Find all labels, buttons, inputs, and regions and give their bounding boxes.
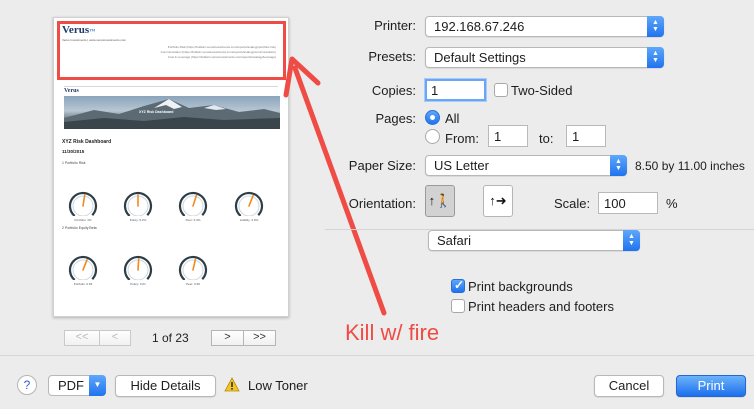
portrait-icon: ↑🚶 xyxy=(428,193,452,208)
popup-arrows-icon: ▲ ▼ xyxy=(647,47,664,68)
preview-divider xyxy=(64,86,278,87)
pages-from-label: From: xyxy=(445,131,479,146)
two-sided-label: Two-Sided xyxy=(511,83,573,98)
paper-dimensions: 8.50 by 11.00 inches xyxy=(635,159,745,173)
gauge-dial xyxy=(234,190,264,221)
page-indicator: 1 of 23 xyxy=(152,331,189,345)
first-page-button[interactable]: << xyxy=(64,330,100,346)
pdf-label: PDF xyxy=(58,378,84,393)
paper-size-value: US Letter xyxy=(434,158,489,173)
printer-value: 192.168.67.246 xyxy=(434,19,525,34)
orientation-label: Orientation: xyxy=(348,196,416,211)
pages-from-input[interactable]: 1 xyxy=(488,125,528,147)
app-section-select[interactable]: Safari ▲ ▼ xyxy=(428,230,640,251)
gauge-dial xyxy=(68,254,98,285)
popup-arrows-icon: ▲ ▼ xyxy=(623,230,640,251)
previous-page-button[interactable]: < xyxy=(99,330,131,346)
presets-value: Default Settings xyxy=(434,50,526,65)
gauge-label: Policy: 6.2% xyxy=(129,218,147,222)
gauge-dial xyxy=(178,190,208,221)
preview-banner-caption: XYZ Risk Dashboard xyxy=(139,110,174,114)
bottom-divider xyxy=(0,355,754,356)
preview-banner-image: XYZ Risk Dashboard xyxy=(64,96,280,129)
copies-input[interactable]: 1 xyxy=(425,79,486,101)
print-headers-footers-checkbox[interactable] xyxy=(451,299,465,313)
copies-label: Copies: xyxy=(371,83,416,98)
gauge-label: Peer: 0.66 xyxy=(186,282,200,286)
low-toner-label: Low Toner xyxy=(248,378,308,393)
print-headers-footers-label: Print headers and footers xyxy=(468,299,614,314)
gauge-label: Policy: 0.61 xyxy=(130,282,146,286)
landscape-icon: ↑➜ xyxy=(489,193,507,208)
last-page-button[interactable]: >> xyxy=(243,330,276,346)
preview-section-1: 1 Portfolio Risk xyxy=(62,161,86,165)
pdf-menu-button[interactable]: PDF ▼ xyxy=(48,375,106,396)
two-sided-checkbox[interactable] xyxy=(494,83,508,97)
preview-banner-logo: Verus xyxy=(64,88,79,94)
print-backgrounds-label: Print backgrounds xyxy=(468,279,573,294)
highlight-box xyxy=(57,21,286,80)
app-section-value: Safari xyxy=(437,233,471,248)
preview-date: 11/30/2015 xyxy=(62,149,85,154)
annotation-text: Kill w/ fire xyxy=(345,320,440,345)
paper-size-label: Paper Size: xyxy=(348,158,416,173)
gauge-label: Peer: 6.3% xyxy=(185,218,201,222)
print-backgrounds-checkbox[interactable]: ✓ xyxy=(451,278,465,293)
gauge-label: Portfolio: 4% xyxy=(74,218,92,222)
hide-details-button[interactable]: Hide Details xyxy=(115,375,216,397)
checkmark-icon: ✓ xyxy=(454,278,465,292)
pages-range-radio[interactable] xyxy=(425,129,440,144)
gauge-label: Portfolio: 0.83 xyxy=(73,282,93,286)
print-button[interactable]: Print xyxy=(676,375,746,397)
pages-all-radio[interactable] xyxy=(425,110,440,125)
gauge-dial xyxy=(178,254,208,285)
gauge-dial xyxy=(123,254,153,285)
preview-title: XYZ Risk Dashboard xyxy=(62,139,112,145)
gauge-label: Liability: 4.9% xyxy=(239,218,259,222)
pages-to-input[interactable]: 1 xyxy=(566,125,606,147)
portrait-orientation-button[interactable]: ↑🚶 xyxy=(425,185,455,217)
gauge-dial xyxy=(123,190,153,221)
cancel-button[interactable]: Cancel xyxy=(594,375,664,397)
chevron-down-icon: ▼ xyxy=(89,375,106,396)
paper-size-select[interactable]: US Letter ▲ ▼ xyxy=(425,155,627,176)
landscape-orientation-button[interactable]: ↑➜ xyxy=(483,185,513,217)
gauge-dial xyxy=(68,190,98,221)
pages-all-label: All xyxy=(445,111,460,126)
next-page-button[interactable]: > xyxy=(211,330,244,346)
warning-icon xyxy=(224,377,240,392)
printer-select[interactable]: 192.168.67.246 ▲ ▼ xyxy=(425,16,664,37)
presets-label: Presets: xyxy=(368,49,416,64)
popup-arrows-icon: ▲ ▼ xyxy=(647,16,664,37)
scale-unit: % xyxy=(666,196,678,211)
pages-label: Pages: xyxy=(375,111,416,126)
scale-input[interactable]: 100 xyxy=(598,192,658,214)
popup-arrows-icon: ▲ ▼ xyxy=(610,155,627,176)
presets-select[interactable]: Default Settings ▲ ▼ xyxy=(425,47,664,68)
scale-label: Scale: xyxy=(554,196,591,211)
preview-section-2: 2 Portfolio Equity Beta xyxy=(62,226,97,230)
printer-label: Printer: xyxy=(374,18,416,33)
help-button[interactable]: ? xyxy=(17,375,37,395)
pages-to-label: to: xyxy=(539,131,554,146)
